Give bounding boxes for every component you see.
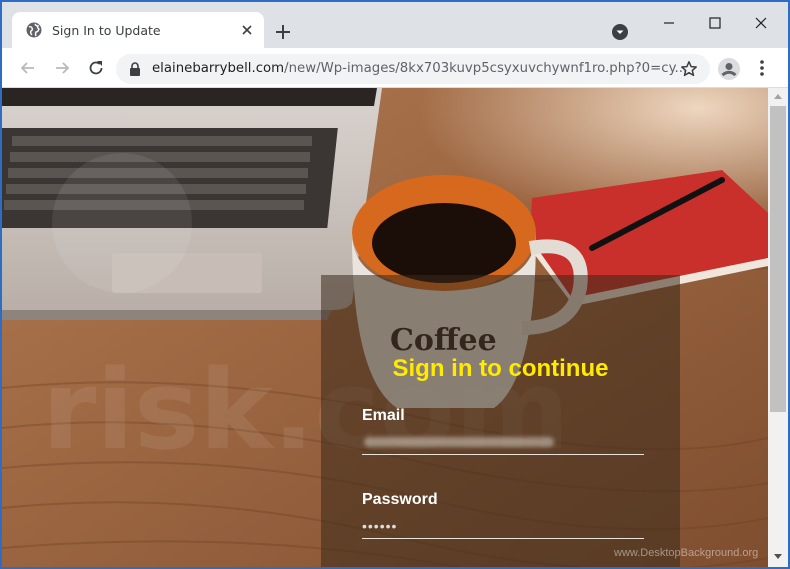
url-path: /new/Wp-images/8kx703kuvp5csyxuvchywnf1r… — [284, 61, 688, 76]
tab-title: Sign In to Update — [52, 23, 161, 38]
profile-dropdown-icon[interactable] — [612, 24, 628, 40]
browser-window: Sign In to Update elainebarrybell.com/ne… — [2, 2, 788, 567]
address-bar[interactable]: elainebarrybell.com/new/Wp-images/8kx703… — [116, 54, 710, 84]
sign-in-panel: Sign in to continue Email Password — [321, 275, 680, 567]
star-icon[interactable] — [680, 60, 698, 78]
redacted-email — [364, 437, 554, 447]
form-title: Sign in to continue — [392, 355, 609, 382]
minimize-icon[interactable] — [654, 12, 684, 34]
watermark-text: www.DesktopBackground.org — [614, 547, 759, 559]
scroll-down-arrow[interactable] — [774, 554, 782, 559]
page-viewport: Coffee risk.com Sign in to continue Emai… — [2, 88, 768, 567]
title-bar: Sign In to Update — [2, 2, 788, 48]
menu-dots-icon[interactable] — [754, 58, 770, 78]
password-field[interactable] — [362, 513, 644, 539]
vertical-scrollbar[interactable] — [768, 88, 788, 567]
toolbar: elainebarrybell.com/new/Wp-images/8kx703… — [2, 48, 788, 88]
account-icon[interactable] — [718, 58, 740, 80]
reload-icon[interactable] — [86, 58, 106, 78]
url-text[interactable]: elainebarrybell.com/new/Wp-images/8kx703… — [152, 61, 687, 76]
close-icon[interactable] — [238, 21, 256, 39]
globe-icon — [26, 22, 42, 38]
plus-icon[interactable] — [273, 22, 293, 42]
lock-icon[interactable] — [129, 62, 141, 76]
back-arrow-icon[interactable] — [18, 58, 38, 78]
url-host: elainebarrybell.com — [152, 61, 285, 76]
scroll-thumb[interactable] — [770, 106, 786, 412]
maximize-icon[interactable] — [700, 12, 730, 34]
forward-arrow-icon[interactable] — [52, 58, 72, 78]
window-close-icon[interactable] — [746, 12, 776, 34]
scroll-up-arrow[interactable] — [774, 94, 782, 99]
active-tab[interactable]: Sign In to Update — [12, 12, 264, 48]
password-label: Password — [362, 491, 438, 508]
email-label: Email — [362, 407, 405, 424]
